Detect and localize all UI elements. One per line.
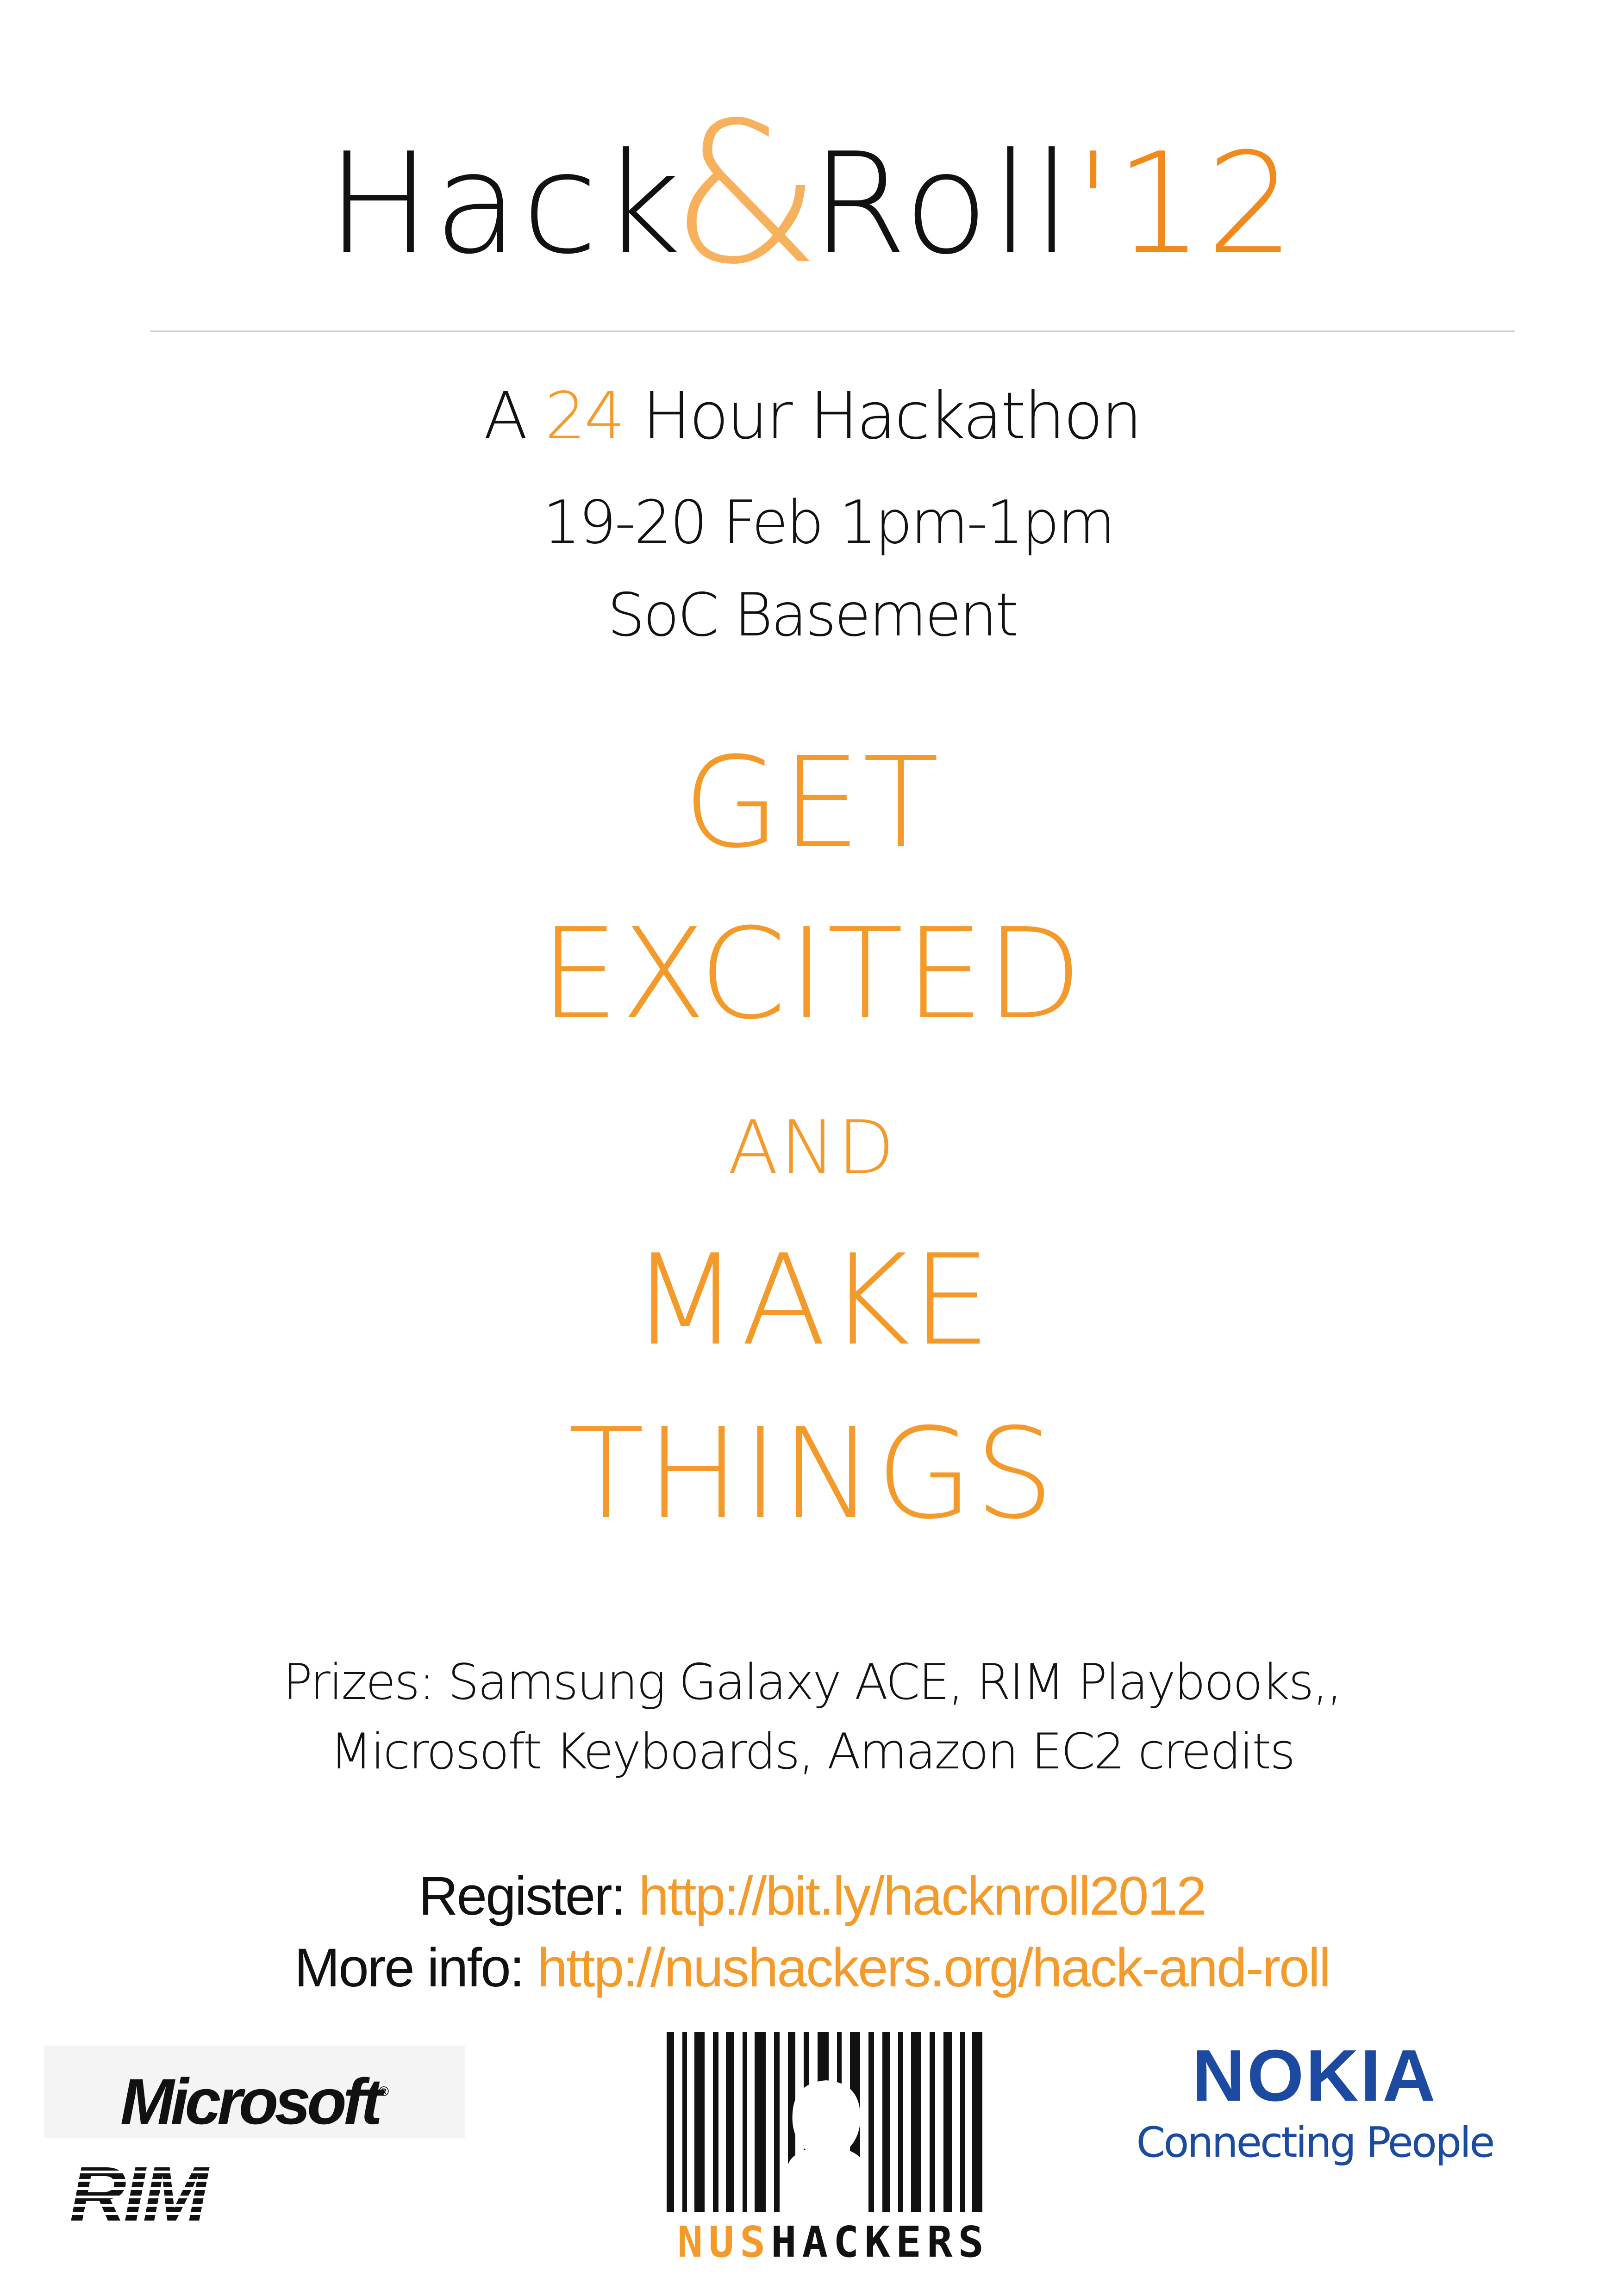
more-info-line: More info: http://nushackers.org/hack-an… — [0, 1932, 1624, 2004]
tagline-suffix: Hour Hackathon — [623, 379, 1142, 454]
nokia-tagline: Connecting People — [1136, 2118, 1495, 2167]
event-dates: 19-20 Feb 1pm-1pm — [543, 488, 1116, 557]
prizes-section: Prizes: Samsung Galaxy ACE, RIM Playbook… — [0, 1648, 1624, 1786]
event-title: Hack&Roll'12 — [0, 97, 1624, 292]
slogan-line-get: GET — [683, 730, 941, 876]
rim-wordmark: RIM — [69, 2157, 210, 2231]
more-info-label: More info: — [294, 1937, 537, 1998]
more-info-link[interactable]: http://nushackers.org/hack-and-roll — [537, 1937, 1331, 1998]
register-link[interactable]: http://bit.ly/hacknroll2012 — [638, 1866, 1206, 1927]
title-year: '12 — [1074, 123, 1298, 285]
nushackers-hackers: HACKERS — [771, 2217, 989, 2267]
slogan-line-make: MAKE — [631, 1227, 993, 1373]
slogan-line-excited: EXCITED — [540, 901, 1084, 1047]
microsoft-wordmark: Microsoft — [120, 2065, 382, 2138]
title-divider — [150, 330, 1515, 332]
title-ampersand: & — [670, 81, 825, 307]
rim-logo: RIM — [69, 2157, 212, 2231]
nokia-wordmark: NOKIA — [1192, 2035, 1437, 2116]
register-label: Register: — [418, 1866, 639, 1927]
event-tagline: A 24 Hour Hackathon — [0, 375, 1624, 458]
tagline-prefix: A — [483, 379, 545, 454]
nushackers-nus: NUS — [677, 2217, 771, 2267]
slogan-line-things: THINGS — [568, 1401, 1056, 1547]
microsoft-logo: Microsoft® — [44, 2046, 465, 2138]
title-roll: Roll — [811, 123, 1074, 285]
title-hack: Hack — [326, 123, 684, 285]
prizes-line-2: Microsoft Keyboards, Amazon EC2 credits — [330, 1723, 1295, 1780]
slogan-line-and: AND — [727, 1104, 897, 1191]
event-venue: SoC Basement — [607, 581, 1018, 650]
tagline-hours: 24 — [544, 379, 625, 454]
links-section: Register: http://bit.ly/hacknroll2012 Mo… — [0, 1860, 1624, 2004]
register-line: Register: http://bit.ly/hacknroll2012 — [0, 1860, 1624, 1932]
nokia-logo: NOKIA Connecting People — [1130, 2036, 1500, 2171]
nushackers-wordmark: NUSHACKERS — [657, 2217, 1009, 2268]
prizes-line-1: Prizes: Samsung Galaxy ACE, RIM Playbook… — [283, 1654, 1343, 1711]
microsoft-registered-mark: ® — [378, 2084, 389, 2099]
